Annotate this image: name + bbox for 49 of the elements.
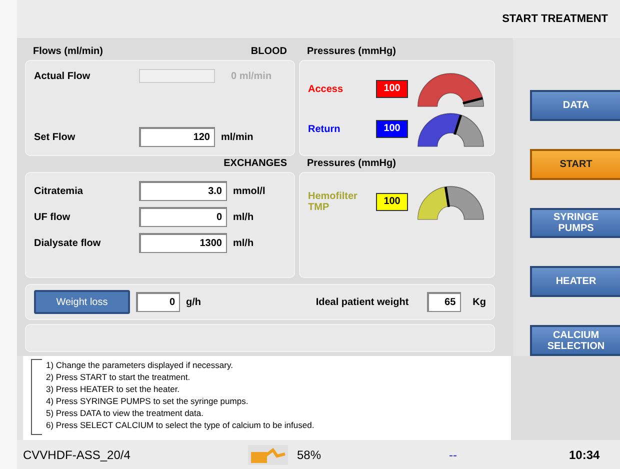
- field-label: UF flow: [34, 212, 72, 222]
- status-indicator: --: [449, 448, 458, 462]
- weight-loss-button[interactable]: Weight loss: [34, 290, 130, 314]
- unit-label: Kg: [472, 296, 486, 308]
- instruction-line: 3) Press HEATER to set the heater.: [46, 383, 181, 395]
- unit-label: mmol/l: [233, 186, 266, 196]
- mode-label: CVVHDF-ASS_20/4: [23, 448, 132, 462]
- field-label: Citratemia: [34, 186, 84, 196]
- side-button[interactable]: SYRINGE PUMPS: [530, 208, 620, 238]
- instruction-line: 6) Press SELECT CALCIUM to select the type of calcium to be infused.: [46, 419, 314, 431]
- field-label: Set Flow: [34, 132, 76, 142]
- field-label: Dialysate flow: [34, 238, 102, 248]
- field-label: Ideal patient weight: [316, 296, 409, 308]
- side-button[interactable]: HEATER: [530, 266, 620, 298]
- section-heading: Flows (ml/min): [33, 46, 103, 57]
- input-field[interactable]: 0: [139, 207, 227, 227]
- unit-label: ml/min: [221, 132, 254, 142]
- pressure-label: Access: [308, 84, 344, 94]
- input-field[interactable]: 120: [139, 127, 215, 147]
- section-tag: EXCHANGES: [224, 158, 287, 169]
- battery-percentage: 58%: [297, 448, 322, 462]
- instruction-line: 1) Change the parameters displayed if necessary.: [46, 359, 234, 371]
- instruction-line: 2) Press START to start the treatment.: [46, 371, 192, 383]
- pressure-value: 100: [376, 193, 408, 211]
- unit-label: g/h: [186, 296, 201, 308]
- unit-label: ml/h: [233, 212, 254, 222]
- input-field[interactable]: 0: [136, 292, 180, 312]
- section-heading: Pressures (mmHg): [307, 158, 396, 169]
- section-heading: Pressures (mmHg): [307, 46, 396, 57]
- pressure-label: Return: [308, 124, 342, 134]
- battery-icon: [247, 444, 289, 466]
- clock-time: 10:34: [569, 448, 600, 462]
- instruction-line: 4) Press SYRINGE PUMPS to set the syringe pumps.: [46, 395, 250, 407]
- section-tag: BLOOD: [250, 46, 287, 57]
- pressure-value: 100: [376, 120, 408, 138]
- pressure-value: 100: [376, 80, 408, 98]
- unit-label: ml/h: [233, 238, 254, 248]
- input-field[interactable]: 65: [426, 292, 461, 312]
- unit-label: 0 ml/min: [231, 70, 272, 82]
- scroll-bar[interactable]: [31, 359, 42, 435]
- side-button[interactable]: DATA: [530, 90, 620, 121]
- input-field[interactable]: 1300: [139, 233, 227, 253]
- instruction-line: 5) Press DATA to view the treatment data.: [46, 407, 204, 419]
- field-label: Actual Flow: [34, 70, 92, 82]
- side-button[interactable]: CALCIUM SELECTION: [530, 325, 620, 356]
- side-button[interactable]: START: [530, 148, 620, 180]
- input-field[interactable]: 3.0: [139, 181, 227, 201]
- screen-title: START TREATMENT: [502, 13, 608, 25]
- pressure-label: Hemofilter TMP: [308, 191, 358, 213]
